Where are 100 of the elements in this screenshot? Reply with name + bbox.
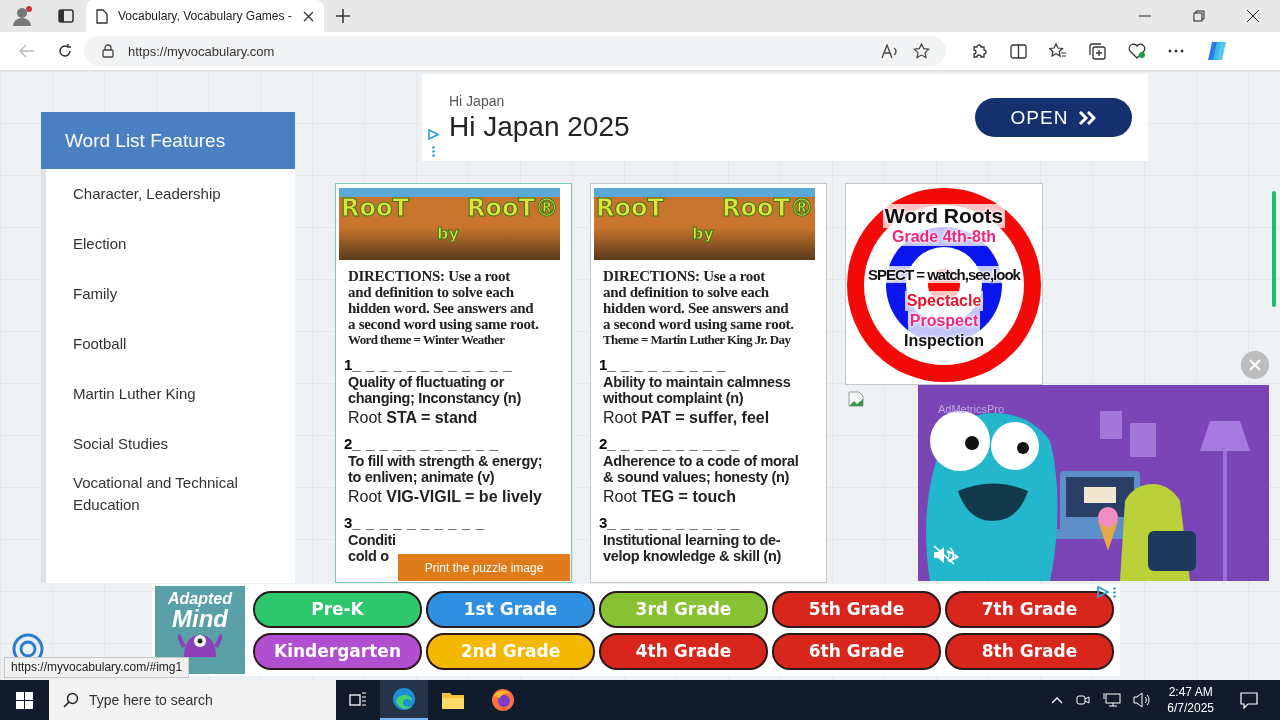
sidebar-link[interactable]: Election	[46, 219, 295, 269]
page-icon	[96, 8, 108, 24]
example-word: Spectacle	[904, 291, 984, 311]
task-view-icon[interactable]	[349, 692, 367, 708]
logo-word: RooT	[596, 194, 664, 222]
definition-text: Conditi cold o	[348, 532, 397, 564]
windows-start-icon[interactable]	[16, 691, 33, 709]
ad-label: Hi Japan	[449, 92, 506, 109]
split-screen-icon[interactable]	[1010, 43, 1027, 59]
answer-blanks: _ _ _ _ _ _ _ _ _	[607, 356, 726, 373]
copilot-icon[interactable]	[1206, 40, 1228, 62]
star-icon[interactable]	[913, 43, 930, 59]
search-icon	[63, 692, 79, 708]
sidebar-link[interactable]: Martin Luther King	[46, 369, 295, 419]
broken-image-icon	[848, 391, 864, 407]
logo-word: RooT®	[467, 194, 559, 222]
speaker-icon[interactable]	[1133, 692, 1152, 708]
favorites-icon[interactable]	[1049, 43, 1067, 59]
logo-word: by	[437, 224, 459, 243]
root-text: Root PAT = suffer, feel	[603, 409, 771, 427]
collections-icon[interactable]	[1089, 42, 1106, 60]
grade-button[interactable]: 8th Grade	[945, 632, 1114, 670]
refresh-icon[interactable]	[57, 43, 73, 59]
puzzle-piece-icon[interactable]	[971, 42, 988, 60]
logo-word: RooT®	[722, 194, 814, 222]
definition-text: Ability to maintain calmness without complaint (n)	[603, 374, 792, 406]
clock-date[interactable]: 6/7/2025	[1167, 700, 1214, 716]
camera-icon[interactable]	[1075, 692, 1092, 708]
grade-button[interactable]: 7th Grade	[945, 590, 1114, 628]
example-word: Prospect	[907, 311, 981, 331]
theme-text: Theme = Martin Luther King Jr. Day	[603, 332, 792, 348]
grade-text: Grade 4th-8th	[890, 228, 998, 246]
double-chevron-icon	[1078, 110, 1097, 125]
root-text: Root TEG = touch	[603, 488, 737, 506]
monster-icon	[178, 631, 222, 657]
clock-time[interactable]: 2:47 AM	[1168, 684, 1213, 700]
close-icon[interactable]	[303, 10, 314, 22]
sidebar-link[interactable]: Character, Leadership	[46, 169, 295, 219]
sidebar-link[interactable]: Family	[46, 269, 295, 319]
address-bar[interactable]: https://myvocabulary.com	[84, 36, 946, 66]
ad-brand-label: AdMetricsPro	[938, 403, 1005, 415]
browser-tab[interactable]: Vocabulary, Vocabulary Games -	[86, 0, 324, 32]
grade-button[interactable]: Kindergarten	[253, 632, 422, 670]
network-icon[interactable]	[1103, 692, 1122, 708]
answer-blanks: _ _ _ _ _ _ _ _ _ _	[607, 514, 740, 531]
taskbar-search-field[interactable]: Type here to search	[49, 680, 336, 720]
question-number: 3	[599, 514, 608, 531]
grade-button[interactable]: 5th Grade	[772, 590, 941, 628]
tab-actions-icon[interactable]	[58, 9, 74, 23]
scrollbar-thumb[interactable]	[1272, 191, 1276, 307]
heart-pulse-icon[interactable]	[1128, 43, 1146, 59]
logo-word: Adapted	[168, 590, 232, 607]
theme-text: Word theme = Winter Weather	[348, 332, 506, 348]
close-icon[interactable]	[1247, 10, 1259, 22]
root-definition: SPECT = watch,see,look	[866, 266, 1022, 283]
restore-icon[interactable]	[1193, 10, 1205, 22]
question-number: 1	[344, 356, 353, 373]
logo-word: Mind	[172, 607, 228, 631]
question-number: 2	[344, 435, 353, 452]
root-text: Root VIG-VIGIL = be lively	[348, 488, 543, 506]
new-tab-icon[interactable]	[336, 9, 350, 23]
word-roots-title: Word Roots	[882, 204, 1006, 228]
logo-word: by	[692, 224, 714, 243]
more-icon[interactable]	[1168, 49, 1184, 53]
lock-icon	[102, 44, 114, 58]
answer-blanks: _ _ _ _ _ _ _ _ _ _	[352, 514, 485, 531]
example-word: Inspection	[902, 331, 986, 351]
edge-browser-icon[interactable]	[392, 687, 416, 711]
question-number: 3	[344, 514, 353, 531]
open-button[interactable]: OPEN	[975, 98, 1132, 137]
sidebar-link[interactable]: Vocational and Technical Education	[46, 469, 295, 519]
sidebar-link[interactable]: Social Studies	[46, 419, 295, 469]
root-text: Root STA = stand	[348, 409, 479, 427]
close-icon	[1249, 359, 1261, 371]
profile-icon[interactable]	[12, 5, 34, 27]
sidebar-title: Word List Features	[41, 112, 295, 169]
definition-text: Institutional learning to de- velop knowledge & skill (n)	[603, 532, 782, 564]
definition-text: To fill with strength & energy; to enliven; animate (v)	[348, 453, 544, 485]
word-roots-card[interactable]: Word Roots Grade 4th-8th SPECT = watch,see,look Spectacle Prospect Inspection	[845, 183, 1043, 385]
folder-icon[interactable]	[441, 690, 465, 710]
grade-button[interactable]: 6th Grade	[772, 632, 941, 670]
question-number: 2	[599, 435, 608, 452]
firefox-icon[interactable]	[491, 688, 515, 712]
chevron-up-icon[interactable]	[1051, 696, 1064, 704]
ad-banner[interactable]: Hi Japan Hi Japan 2025 OPEN	[422, 74, 1148, 161]
logo-word: RooT	[341, 194, 409, 222]
answer-blanks: _ _ _ _ _ _ _ _ _ _ _	[352, 435, 499, 452]
puzzle-card[interactable]	[335, 183, 572, 583]
notification-icon[interactable]	[1240, 691, 1258, 709]
grade-button[interactable]: 4th Grade	[599, 632, 768, 670]
puzzle-card[interactable]	[590, 183, 827, 583]
answer-blanks: _ _ _ _ _ _ _ _ _ _ _ _	[352, 356, 513, 373]
directions-text: DIRECTIONS: Use a root and definition to solve each hidden word. See answers and a second word using same root.	[603, 268, 795, 332]
question-number: 1	[599, 356, 608, 373]
read-aloud-icon[interactable]	[881, 43, 899, 59]
definition-text: Quality of fluctuating or changing; Inconstancy (n)	[348, 374, 522, 406]
answer-blanks: _ _ _ _ _ _ _ _ _ _	[607, 435, 740, 452]
sidebar-link[interactable]: Football	[46, 319, 295, 369]
ad-choices-icon[interactable]	[1097, 586, 1109, 598]
ad-headline: Hi Japan 2025	[449, 110, 631, 143]
